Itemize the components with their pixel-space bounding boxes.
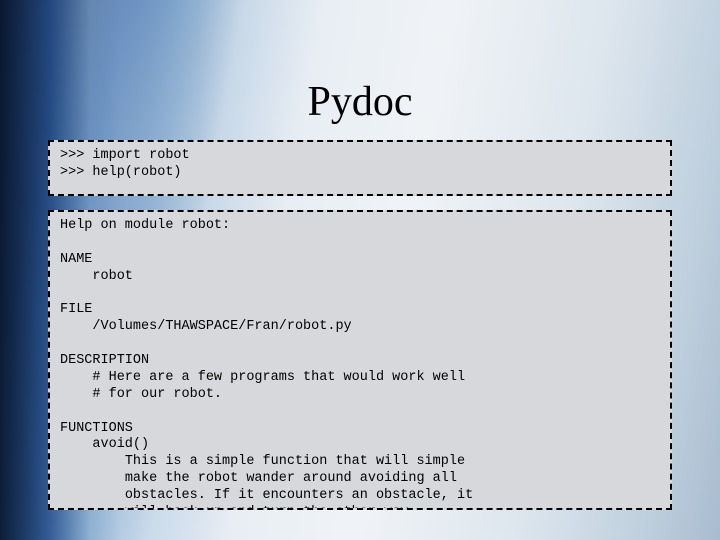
help-output-block: Help on module robot: NAME robot FILE /V… <box>48 210 672 510</box>
code-input-block: >>> import robot >>> help(robot) <box>48 140 672 196</box>
slide-title: Pydoc <box>0 78 720 126</box>
